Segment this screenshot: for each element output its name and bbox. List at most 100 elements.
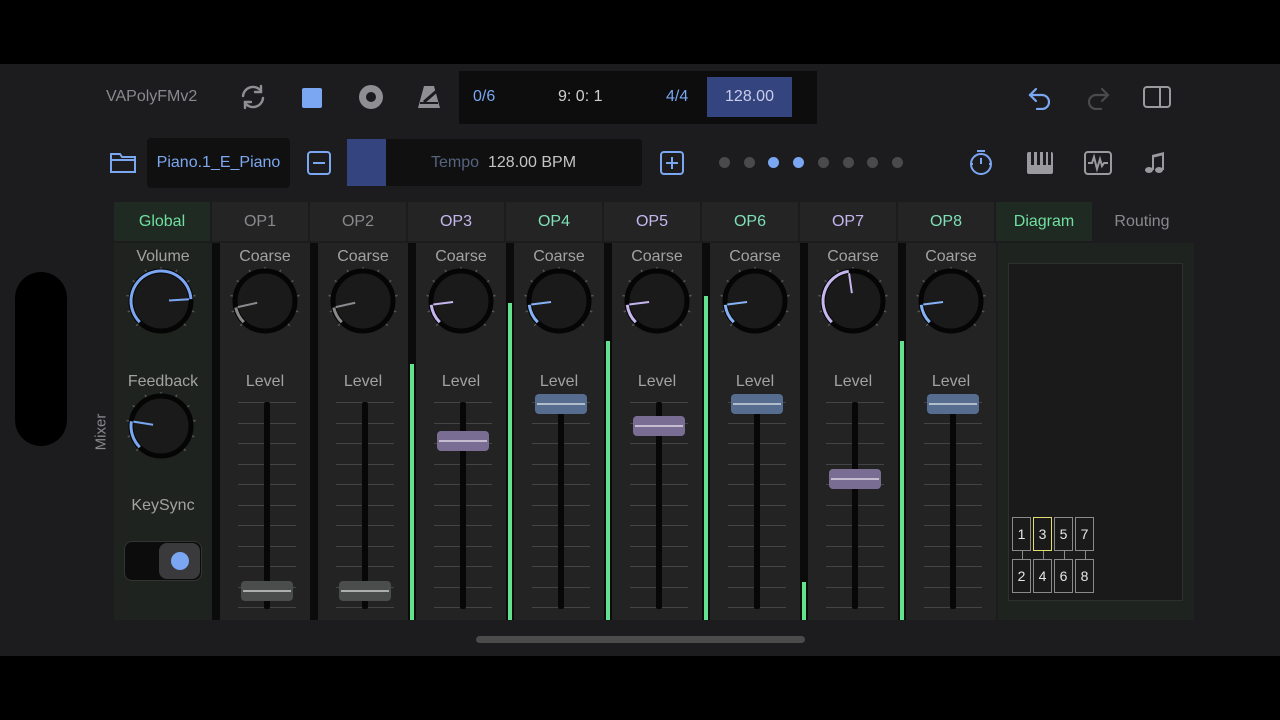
- home-indicator[interactable]: [476, 636, 805, 643]
- tab-op1[interactable]: OP1: [212, 202, 308, 241]
- knob-body: [624, 268, 690, 334]
- level-meter-bar: [900, 341, 904, 620]
- app-title: VAPolyFMv2: [106, 88, 198, 105]
- page-dot[interactable]: [719, 157, 730, 168]
- page-dot[interactable]: [743, 157, 755, 168]
- keysync-toggle[interactable]: [124, 541, 202, 581]
- sidebar-icon: [1143, 86, 1171, 108]
- notes-button[interactable]: [1142, 149, 1172, 177]
- cycle-button[interactable]: [236, 81, 270, 113]
- tempo-slider[interactable]: Tempo 128.00 BPM: [347, 139, 642, 186]
- minus-icon: [307, 151, 331, 175]
- notes-icon: [1145, 152, 1164, 173]
- operator-box-2[interactable]: 2: [1012, 559, 1031, 593]
- timer-button[interactable]: [966, 148, 996, 178]
- tab-op7[interactable]: OP7: [800, 202, 896, 241]
- tempo-decrease-button[interactable]: [306, 150, 332, 176]
- tab-op4[interactable]: OP4: [506, 202, 602, 241]
- knob-dial: [916, 266, 986, 334]
- time-signature[interactable]: 4/4: [666, 88, 688, 106]
- stop-icon: [302, 88, 322, 108]
- operator-link: [1043, 551, 1044, 559]
- plus-icon: [660, 151, 684, 175]
- page-dot[interactable]: [817, 157, 829, 168]
- level-fader-thumb[interactable]: [241, 581, 293, 601]
- coarse-knob[interactable]: [425, 266, 497, 344]
- tab-op3[interactable]: OP3: [408, 202, 504, 241]
- tab-op8[interactable]: OP8: [898, 202, 994, 241]
- knob-dial: [622, 266, 692, 334]
- operator-box-8[interactable]: 8: [1075, 559, 1094, 593]
- knob-body: [526, 268, 592, 334]
- coarse-knob[interactable]: [327, 266, 399, 344]
- coarse-knob[interactable]: [229, 266, 301, 344]
- folder-button[interactable]: [107, 147, 139, 177]
- record-button[interactable]: [356, 82, 386, 112]
- knob-body: [330, 268, 396, 334]
- level-fader-thumb[interactable]: [829, 468, 881, 489]
- coarse-knob[interactable]: [621, 266, 693, 344]
- tempo-readout[interactable]: 128.00: [707, 77, 792, 117]
- page-dot[interactable]: [891, 157, 903, 168]
- tab-op2[interactable]: OP2: [310, 202, 406, 241]
- tab-diagram[interactable]: Diagram: [996, 202, 1092, 241]
- coarse-label: Coarse: [925, 248, 977, 265]
- tab-global[interactable]: Global: [114, 202, 210, 241]
- operator-link: [1064, 551, 1065, 559]
- undo-button[interactable]: [1025, 83, 1055, 113]
- metronome-button[interactable]: [413, 82, 445, 112]
- feedback-knob[interactable]: [125, 391, 197, 469]
- operator-box-1[interactable]: 1: [1012, 517, 1031, 551]
- operator-box-7[interactable]: 7: [1075, 517, 1094, 551]
- keyboard-button[interactable]: [1024, 149, 1056, 177]
- coarse-knob[interactable]: [719, 266, 791, 344]
- level-fader-thumb[interactable]: [731, 394, 783, 414]
- sidebar-toggle-button[interactable]: [1141, 83, 1173, 111]
- tab-op5[interactable]: OP5: [604, 202, 700, 241]
- level-fader-track: [754, 402, 760, 609]
- knob-dial: [426, 266, 496, 334]
- preset-name[interactable]: Piano.1_E_Piano: [147, 138, 290, 188]
- level-fader-thumb[interactable]: [927, 394, 979, 414]
- knob-dial: [720, 266, 790, 334]
- tempo-increase-button[interactable]: [659, 150, 685, 176]
- strip-op5: Coarse Level: [612, 243, 702, 620]
- coarse-label: Coarse: [631, 248, 683, 265]
- level-meter-op6: [702, 243, 710, 620]
- coarse-knob[interactable]: [915, 266, 987, 344]
- level-label: Level: [735, 373, 775, 390]
- operator-box-6[interactable]: 6: [1054, 559, 1073, 593]
- page-dot[interactable]: [842, 157, 854, 168]
- feedback-label: Feedback: [127, 373, 199, 390]
- level-label: Level: [343, 373, 383, 390]
- waveform-button[interactable]: [1083, 149, 1113, 177]
- stop-button[interactable]: [299, 85, 325, 111]
- tab-op6[interactable]: OP6: [702, 202, 798, 241]
- tab-routing[interactable]: Routing: [1094, 202, 1190, 241]
- level-fader-thumb[interactable]: [535, 394, 587, 414]
- redo-button[interactable]: [1083, 83, 1113, 113]
- coarse-label: Coarse: [533, 248, 585, 265]
- knob-body: [232, 268, 298, 334]
- level-fader-thumb[interactable]: [339, 581, 391, 601]
- metronome-icon: [418, 86, 440, 108]
- operator-box-5[interactable]: 5: [1054, 517, 1073, 551]
- coarse-knob[interactable]: [523, 266, 595, 344]
- tempo-slider-label: Tempo: [431, 154, 480, 171]
- level-fader-thumb[interactable]: [633, 416, 685, 437]
- coarse-knob[interactable]: [817, 266, 889, 344]
- time-readout[interactable]: 9: 0: 1: [558, 88, 602, 106]
- strip-op8: Coarse Level: [906, 243, 996, 620]
- level-meter-bar: [410, 363, 414, 620]
- keysync-label: KeySync: [131, 497, 195, 514]
- algorithm-diagram[interactable]: 1357 2468: [1008, 263, 1183, 601]
- position-readout[interactable]: 0/6: [473, 88, 495, 106]
- volume-knob[interactable]: [125, 266, 197, 344]
- operator-box-4[interactable]: 4: [1033, 559, 1052, 593]
- level-fader-thumb[interactable]: [437, 431, 489, 452]
- knob-body: [918, 268, 984, 334]
- level-label: Level: [245, 373, 285, 390]
- level-label: Level: [441, 373, 481, 390]
- operator-box-3[interactable]: 3: [1033, 517, 1052, 551]
- level-meter-op3: [408, 243, 416, 620]
